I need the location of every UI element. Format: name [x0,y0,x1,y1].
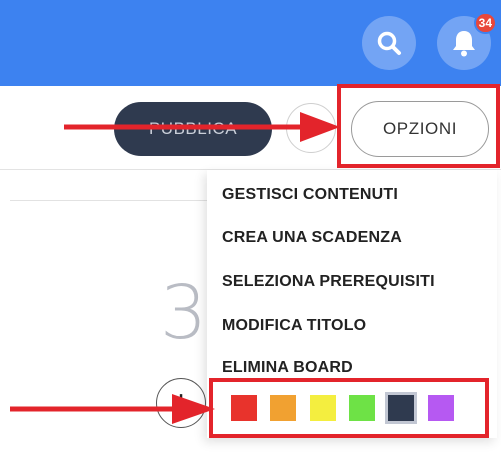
notifications-button[interactable]: 34 [437,12,497,70]
board-counter: 3 [160,270,208,356]
notification-count-badge: 34 [473,12,497,34]
plus-icon: + [171,383,191,422]
color-swatch-orange[interactable] [270,395,296,421]
options-button[interactable]: OPZIONI [351,101,489,157]
menu-item-delete-board[interactable]: ELIMINA BOARD [222,359,353,377]
color-swatch-green[interactable] [349,395,375,421]
top-bar: 34 [0,0,501,86]
bell-icon [453,31,475,57]
menu-item-create-deadline[interactable]: CREA UNA SCADENZA [222,229,402,247]
board-action-row: PUBBLICA OPZIONI [0,86,501,170]
menu-item-edit-title[interactable]: MODIFICA TITOLO [222,317,366,335]
search-button[interactable] [362,16,416,70]
add-button[interactable]: + [156,378,206,428]
divider [10,200,210,201]
color-swatch-navy[interactable] [385,392,417,424]
color-swatch-yellow[interactable] [310,395,336,421]
color-swatch-purple[interactable] [428,395,454,421]
search-icon [377,31,401,55]
secondary-circle-button[interactable] [286,103,336,153]
menu-item-manage-contents[interactable]: GESTISCI CONTENUTI [222,186,398,204]
color-swatch-red[interactable] [231,395,257,421]
menu-item-select-prerequisites[interactable]: SELEZIONA PREREQUISITI [222,273,435,291]
publish-button[interactable]: PUBBLICA [114,102,272,156]
options-dropdown-menu: GESTISCI CONTENUTI CREA UNA SCADENZA SEL… [207,170,497,438]
